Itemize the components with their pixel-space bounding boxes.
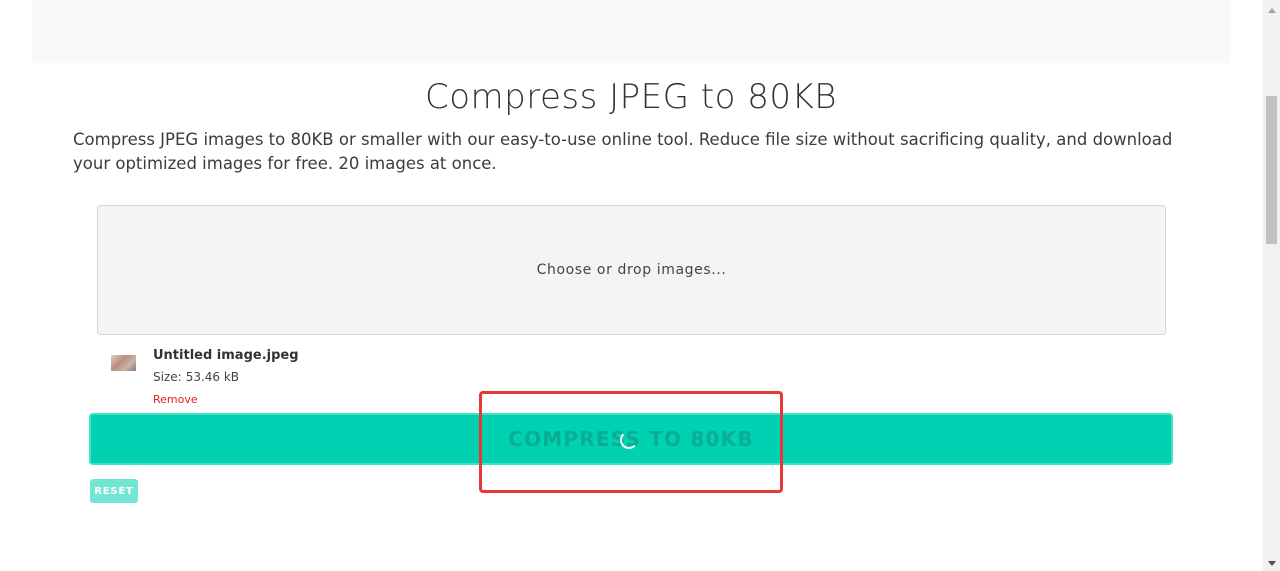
header-band — [32, 0, 1231, 63]
vertical-scrollbar[interactable] — [1263, 0, 1280, 571]
reset-button[interactable]: RESET — [90, 479, 138, 503]
file-size: Size: 53.46 kB — [153, 370, 239, 384]
image-dropzone[interactable]: Choose or drop images... — [97, 205, 1166, 335]
scrollbar-thumb[interactable] — [1266, 96, 1277, 244]
file-size-value: 53.46 kB — [185, 370, 240, 384]
scroll-down-arrow-icon[interactable] — [1263, 557, 1280, 569]
file-thumbnail — [111, 355, 136, 371]
page-description: Compress JPEG images to 80KB or smaller … — [73, 130, 1173, 173]
file-size-label: Size: — [153, 370, 182, 384]
loading-spinner-icon — [620, 431, 638, 449]
remove-file-link[interactable]: Remove — [153, 393, 198, 406]
dropzone-label: Choose or drop images... — [536, 262, 727, 278]
scroll-up-arrow-icon[interactable] — [1263, 4, 1280, 16]
page-title: Compress JPEG to 80KB — [424, 77, 838, 117]
file-name: Untitled image.jpeg — [153, 348, 299, 363]
